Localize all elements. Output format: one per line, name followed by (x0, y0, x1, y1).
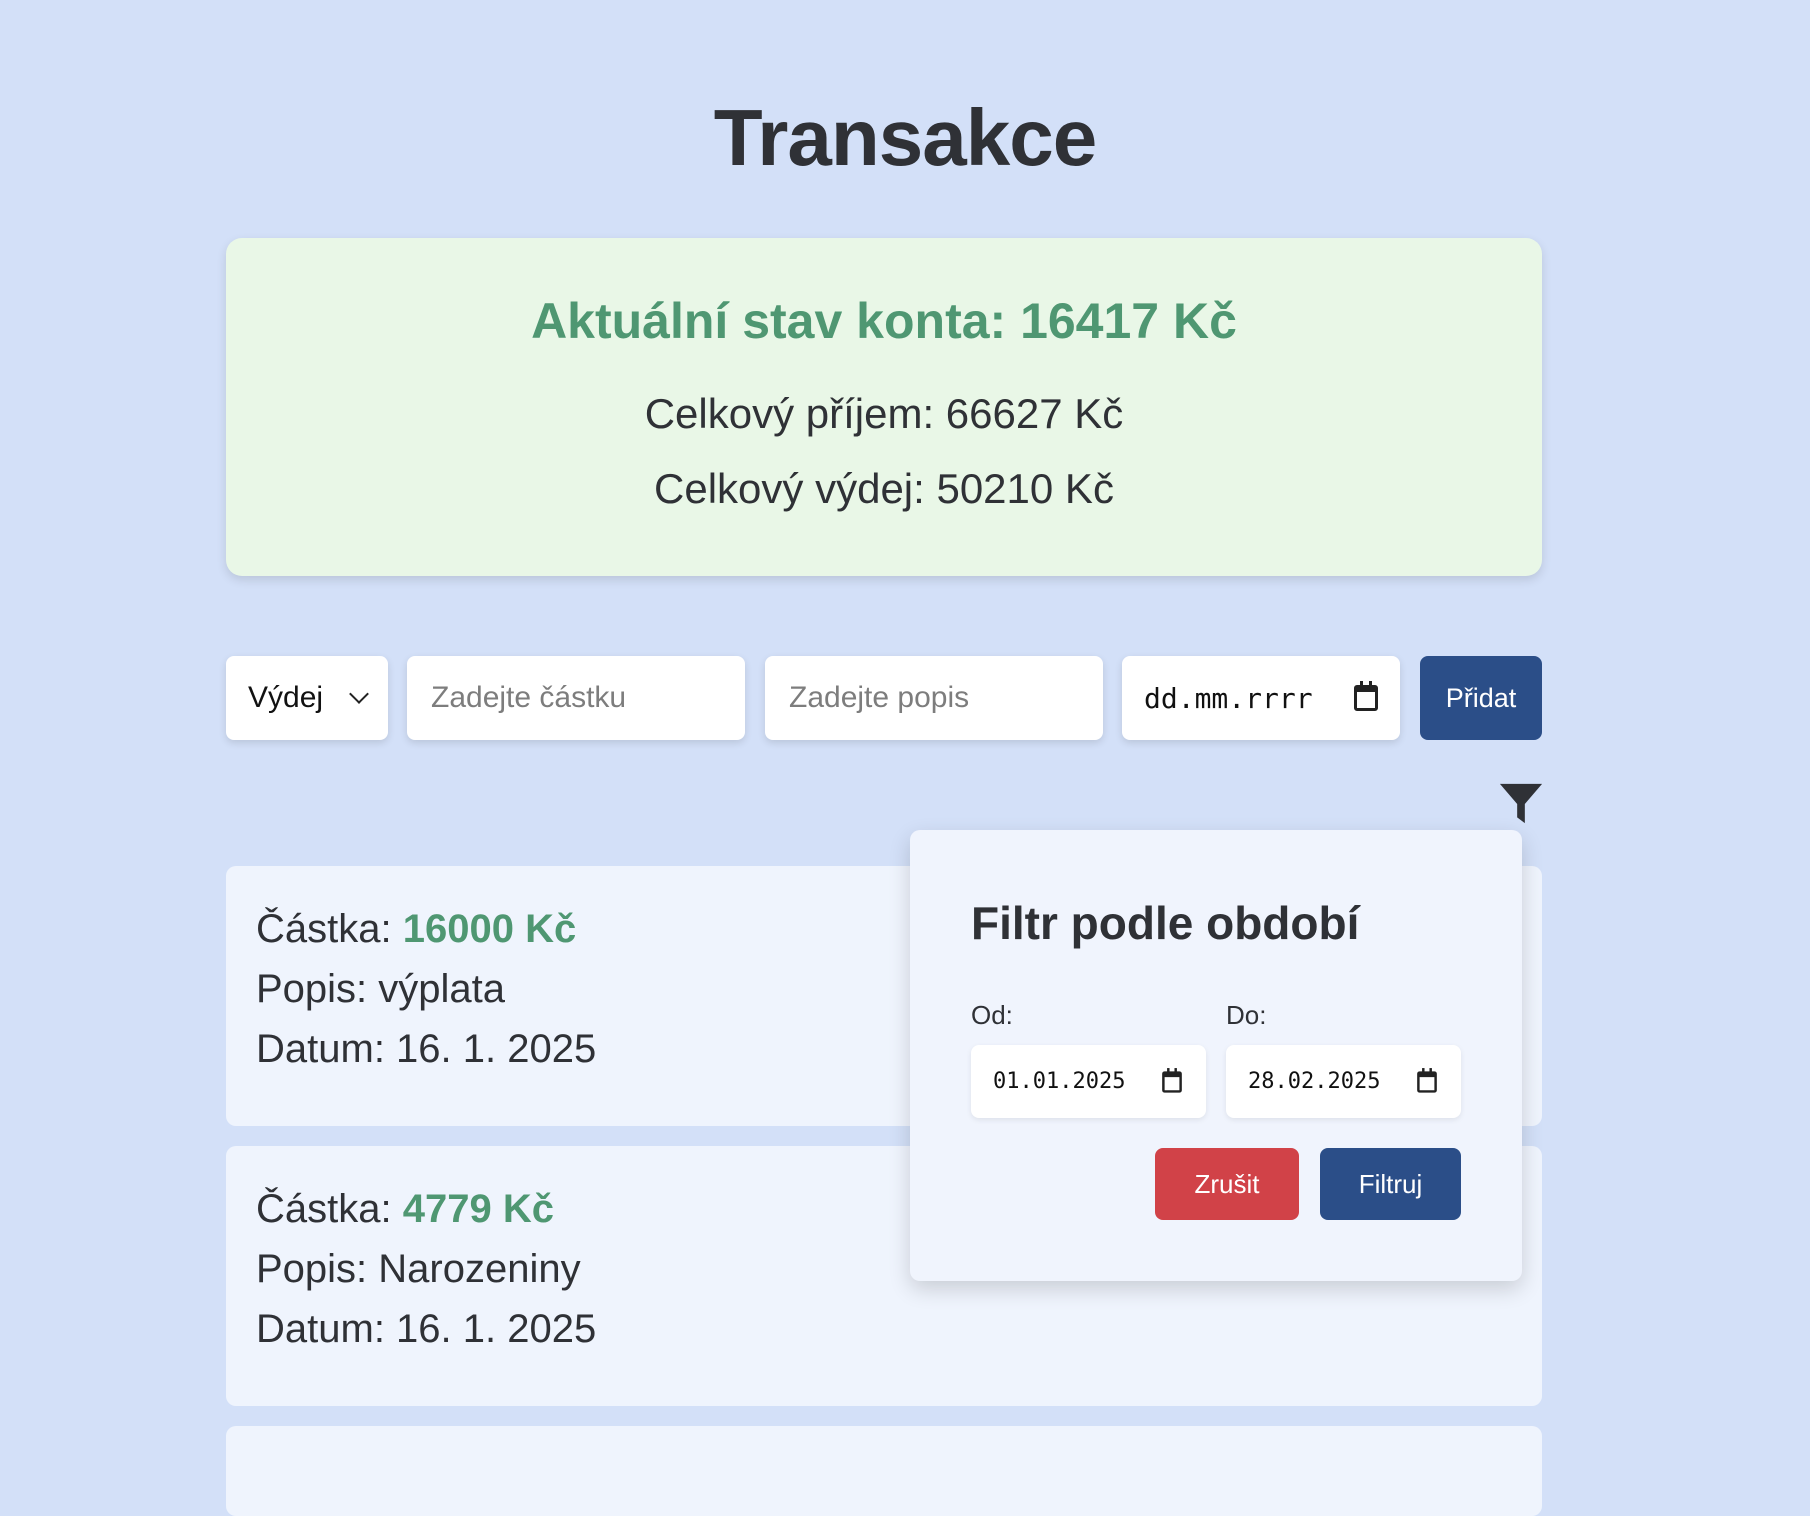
transaction-amount: 4779 Kč (402, 1187, 554, 1231)
from-date-value: 01.01.2025 (993, 1069, 1126, 1094)
amount-input[interactable] (429, 680, 723, 716)
transaction-card (226, 1426, 1542, 1516)
from-date-label: Od: (971, 1000, 1013, 1030)
page-title: Transakce (713, 93, 1097, 182)
period-filter-popup: Filtr podle období Od: Do: 01.01.2025 28… (910, 830, 1522, 1281)
add-transaction-button[interactable]: Přidat (1420, 656, 1542, 740)
transaction-date: Datum: 16. 1. 2025 (256, 1027, 597, 1071)
calendar-icon[interactable] (1354, 681, 1378, 711)
transaction-date: Datum: 16. 1. 2025 (256, 1307, 597, 1351)
transaction-amount-row: Částka: 16000 Kč (256, 909, 576, 949)
transaction-amount: 16000 Kč (402, 907, 577, 951)
amount-field-container[interactable] (407, 656, 745, 740)
transaction-description: Popis: Narozeniny (256, 1247, 581, 1291)
transaction-type-select[interactable]: Výdej (226, 656, 388, 740)
description-input[interactable] (787, 680, 1081, 716)
calendar-icon[interactable] (1162, 1067, 1182, 1093)
account-balance: Aktuální stav konta: 16417 Kč (531, 293, 1237, 349)
to-date-input[interactable]: 28.02.2025 (1226, 1045, 1461, 1118)
cancel-filter-button[interactable]: Zrušit (1155, 1148, 1299, 1220)
transaction-type-value: Výdej (248, 681, 324, 714)
apply-filter-button[interactable]: Filtruj (1320, 1148, 1461, 1220)
to-date-label: Do: (1226, 1000, 1267, 1030)
transaction-amount-row: Částka: 4779 Kč (256, 1189, 554, 1229)
transaction-date-value: dd.mm.rrrr (1144, 681, 1313, 715)
transaction-amount-label: Částka: (256, 1187, 392, 1231)
transaction-amount-label: Částka: (256, 907, 392, 951)
total-expense: Celkový výdej: 50210 Kč (654, 465, 1114, 512)
transaction-date-input[interactable]: dd.mm.rrrr (1122, 656, 1400, 740)
to-date-value: 28.02.2025 (1248, 1069, 1381, 1094)
from-date-input[interactable]: 01.01.2025 (971, 1045, 1206, 1118)
chevron-down-icon (349, 684, 369, 704)
description-field-container[interactable] (765, 656, 1103, 740)
filter-icon[interactable] (1498, 780, 1544, 826)
filter-title: Filtr podle období (971, 897, 1360, 949)
calendar-icon[interactable] (1417, 1067, 1437, 1093)
total-income: Celkový příjem: 66627 Kč (644, 390, 1124, 437)
transaction-description: Popis: výplata (256, 967, 506, 1011)
account-summary-card: Aktuální stav konta: 16417 Kč Celkový př… (226, 238, 1542, 576)
